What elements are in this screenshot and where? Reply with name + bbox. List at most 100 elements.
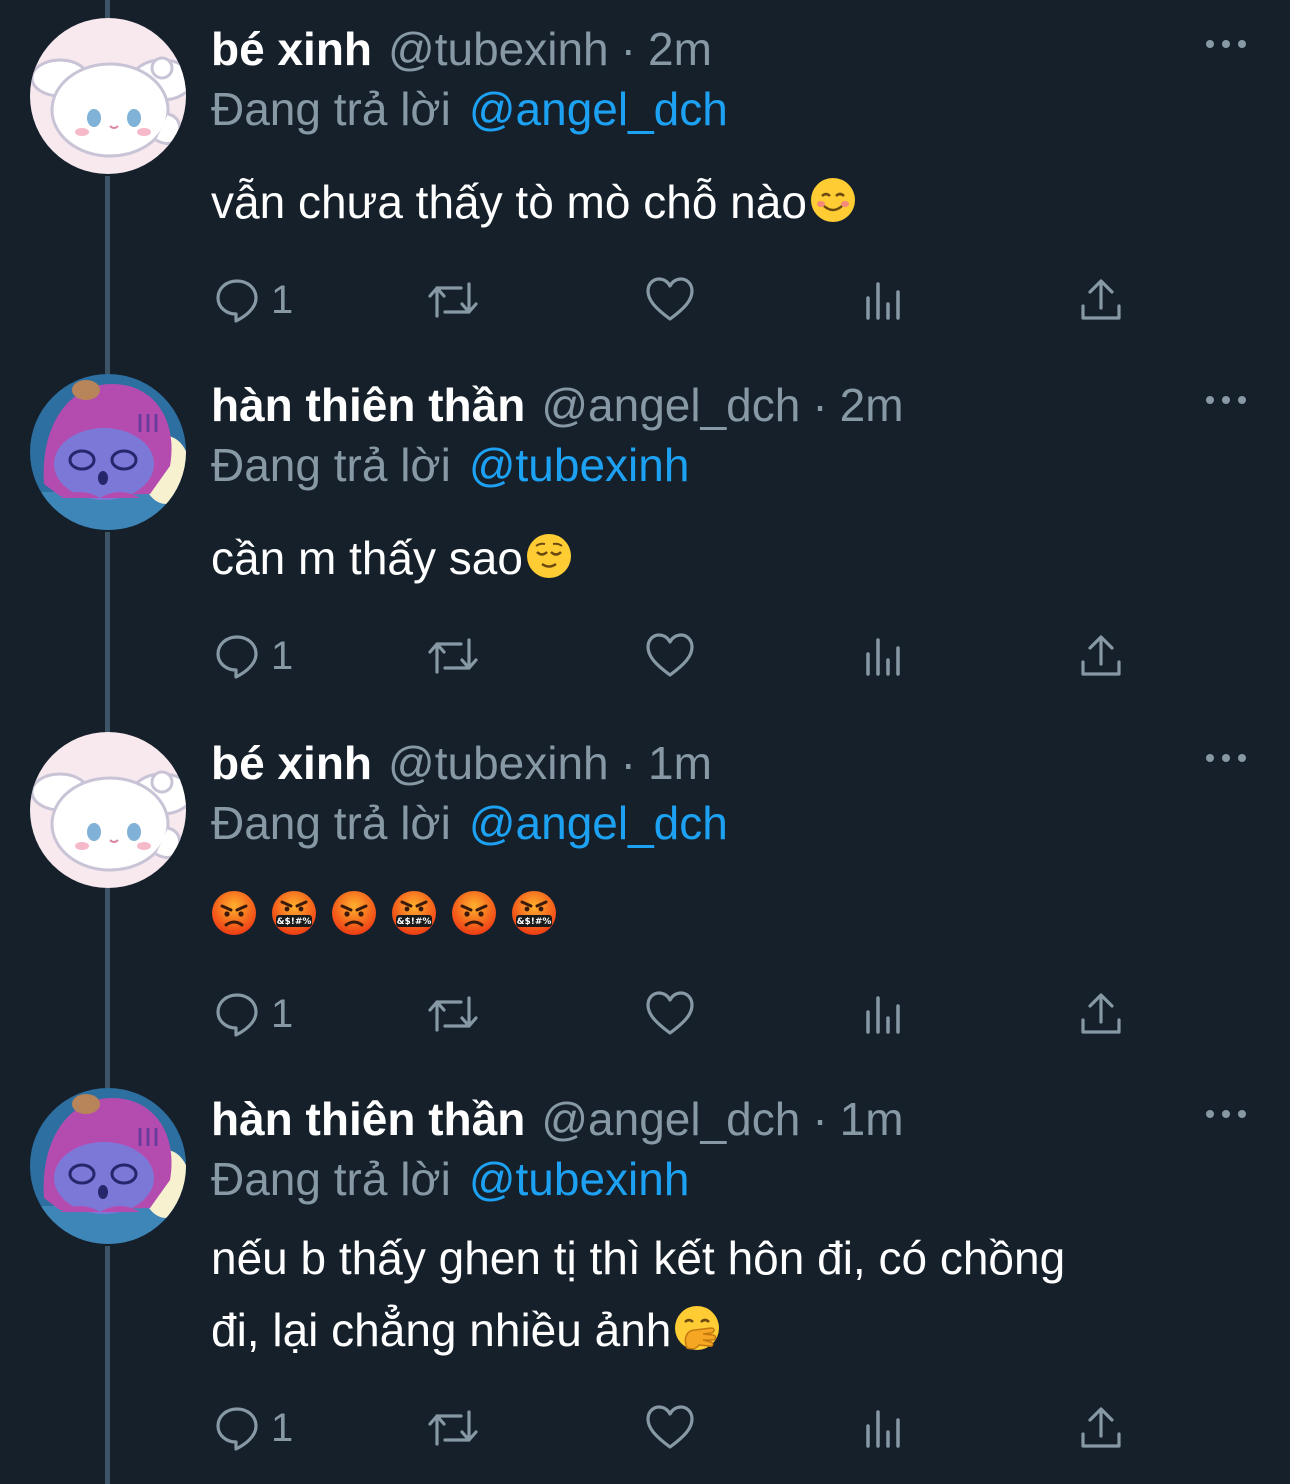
avatar[interactable] — [30, 1088, 186, 1244]
views-button[interactable] — [863, 628, 907, 684]
heart-outline-icon — [646, 277, 694, 321]
smiling-face-icon — [810, 178, 855, 222]
comment-bubble-icon — [216, 279, 258, 323]
like-button[interactable] — [645, 272, 695, 328]
display-name[interactable]: hàn thiên thần — [211, 378, 525, 432]
user-handle[interactable]: @tubexinh — [388, 736, 609, 790]
timestamp[interactable]: 1m — [648, 736, 712, 790]
svg-text:&$!#%: &$!#% — [397, 917, 432, 927]
separator-dot: · — [620, 737, 636, 789]
share-button[interactable] — [1079, 628, 1123, 684]
replying-to: Đang trả lời @angel_dch — [211, 796, 728, 850]
tweet-text: cần m thấy sao — [211, 522, 1221, 594]
separator-dot: · — [620, 23, 636, 75]
mention-link[interactable]: @angel_dch — [469, 83, 728, 135]
tweet-text-line: đi, lại chẳng nhiều ảnh — [211, 1304, 672, 1356]
tweet-header: bé xinh @tubexinh · 1m — [211, 736, 712, 796]
tweet[interactable]: bé xinh @tubexinh · 2m Đang trả lời @ange… — [0, 0, 1290, 356]
reply-button[interactable]: 1 — [213, 1400, 293, 1456]
replying-to: Đang trả lời @angel_dch — [211, 82, 728, 136]
retweet-arrows-icon — [428, 1410, 478, 1446]
retweet-button[interactable] — [425, 986, 481, 1042]
share-button[interactable] — [1079, 1400, 1123, 1456]
share-button[interactable] — [1079, 272, 1123, 328]
replying-to-label: Đang trả lời — [211, 1153, 451, 1205]
tweet-text: nếu b thấy ghen tị thì kết hôn đi, có ch… — [211, 1222, 1221, 1366]
views-button[interactable] — [863, 272, 907, 328]
share-upload-icon — [1081, 279, 1121, 320]
bunny-avatar-icon — [30, 732, 186, 888]
hooded-character-avatar-icon — [30, 1088, 186, 1244]
tweet[interactable]: bé xinh @tubexinh · 1m Đang trả lời @ange… — [0, 714, 1290, 1070]
bar-chart-icon — [866, 638, 900, 676]
more-dots-icon[interactable] — [1206, 34, 1246, 54]
user-handle[interactable]: @tubexinh — [388, 22, 609, 76]
timestamp[interactable]: 2m — [840, 378, 904, 432]
retweet-arrows-icon — [428, 996, 478, 1032]
mention-link[interactable]: @angel_dch — [469, 797, 728, 849]
retweet-arrows-icon — [428, 282, 478, 318]
mention-link[interactable]: @tubexinh — [469, 439, 690, 491]
tweet-text-content: cần m thấy sao — [211, 532, 523, 584]
like-button[interactable] — [645, 1400, 695, 1456]
tweet-actions: 1 — [211, 1400, 1141, 1456]
mention-link[interactable]: @tubexinh — [469, 1153, 690, 1205]
angry-face-icon — [332, 891, 376, 935]
angry-face-icon — [452, 891, 496, 935]
heart-outline-icon — [646, 1405, 694, 1449]
bar-chart-icon — [866, 282, 900, 320]
display-name[interactable]: bé xinh — [211, 22, 372, 76]
views-button[interactable] — [863, 986, 907, 1042]
reply-count: 1 — [271, 277, 294, 322]
retweet-button[interactable] — [425, 1400, 481, 1456]
reply-button[interactable]: 1 — [213, 986, 293, 1042]
tweet-emoji-row: &$!#% &$!#% &$!#% — [211, 890, 571, 936]
reply-count: 1 — [271, 633, 294, 678]
timestamp[interactable]: 1m — [840, 1092, 904, 1146]
more-dots-icon[interactable] — [1206, 1104, 1246, 1124]
tweet[interactable]: hàn thiên thần @angel_dch · 2m Đang trả … — [0, 356, 1290, 712]
avatar[interactable] — [30, 732, 186, 888]
cursing-face-icon: &$!#% — [392, 891, 436, 935]
cursing-face-icon: &$!#% — [512, 891, 556, 935]
tweet-text-line: nếu b thấy ghen tị thì kết hôn đi, có ch… — [211, 1232, 1066, 1284]
tweet-header: bé xinh @tubexinh · 2m — [211, 22, 712, 82]
share-upload-icon — [1081, 1407, 1121, 1448]
retweet-button[interactable] — [425, 628, 481, 684]
bunny-avatar-icon — [30, 18, 186, 174]
like-button[interactable] — [645, 986, 695, 1042]
avatar[interactable] — [30, 374, 186, 530]
more-dots-icon[interactable] — [1206, 748, 1246, 768]
comment-bubble-icon — [216, 993, 258, 1037]
more-dots-icon[interactable] — [1206, 390, 1246, 410]
heart-outline-icon — [646, 633, 694, 677]
user-handle[interactable]: @angel_dch — [541, 1092, 800, 1146]
replying-to-label: Đang trả lời — [211, 439, 451, 491]
replying-to-label: Đang trả lời — [211, 83, 451, 135]
like-button[interactable] — [645, 628, 695, 684]
tweet-header: hàn thiên thần @angel_dch · 2m — [211, 378, 904, 438]
reply-count: 1 — [271, 991, 294, 1036]
reply-button[interactable]: 1 — [213, 628, 293, 684]
tweet[interactable]: hàn thiên thần @angel_dch · 1m Đang trả … — [0, 1070, 1290, 1484]
retweet-button[interactable] — [425, 272, 481, 328]
comment-bubble-icon — [216, 1407, 258, 1451]
tweet-actions: 1 — [211, 272, 1141, 328]
reply-button[interactable]: 1 — [213, 272, 293, 328]
separator-dot: · — [812, 1093, 828, 1145]
hooded-character-avatar-icon — [30, 374, 186, 530]
timestamp[interactable]: 2m — [648, 22, 712, 76]
user-handle[interactable]: @angel_dch — [541, 378, 800, 432]
replying-to: Đang trả lời @tubexinh — [211, 1152, 689, 1206]
relieved-face-icon — [526, 534, 571, 578]
svg-text:&$!#%: &$!#% — [277, 917, 312, 927]
display-name[interactable]: bé xinh — [211, 736, 372, 790]
comment-bubble-icon — [216, 635, 258, 679]
tweet-actions: 1 — [211, 986, 1141, 1042]
views-button[interactable] — [863, 1400, 907, 1456]
cursing-face-icon: &$!#% — [272, 891, 316, 935]
share-upload-icon — [1081, 635, 1121, 676]
share-button[interactable] — [1079, 986, 1123, 1042]
display-name[interactable]: hàn thiên thần — [211, 1092, 525, 1146]
avatar[interactable] — [30, 18, 186, 174]
